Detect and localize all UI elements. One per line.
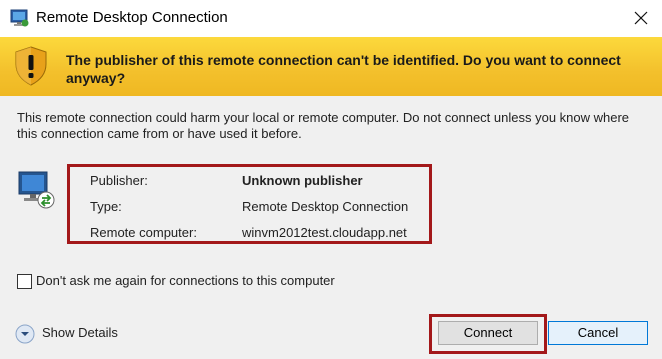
remote-computer-label: Remote computer: <box>90 225 197 240</box>
close-icon[interactable] <box>630 7 652 29</box>
shield-warning-icon <box>15 46 47 86</box>
type-value: Remote Desktop Connection <box>242 199 409 214</box>
warning-description: This remote connection could harm your l… <box>17 110 630 141</box>
chevron-down-icon[interactable] <box>15 324 35 344</box>
remote-desktop-icon <box>10 9 29 27</box>
publisher-label: Publisher: <box>90 173 148 188</box>
publisher-value: Unknown publisher <box>242 173 363 188</box>
monitor-icon <box>18 171 55 209</box>
cancel-button[interactable]: Cancel <box>548 321 648 345</box>
remote-computer-value: winvm2012test.cloudapp.net <box>242 225 407 240</box>
type-label: Type: <box>90 199 122 214</box>
warning-heading: The publisher of this remote connection … <box>66 52 621 86</box>
title-bar: Remote Desktop Connection <box>0 0 662 37</box>
warning-banner: The publisher of this remote connection … <box>0 37 662 96</box>
dont-ask-checkbox[interactable] <box>17 274 32 289</box>
window-title: Remote Desktop Connection <box>36 9 228 26</box>
connect-button[interactable]: Connect <box>438 321 538 345</box>
dont-ask-checkbox-label[interactable]: Don't ask me again for connections to th… <box>36 273 335 288</box>
show-details-toggle[interactable]: Show Details <box>42 325 118 340</box>
